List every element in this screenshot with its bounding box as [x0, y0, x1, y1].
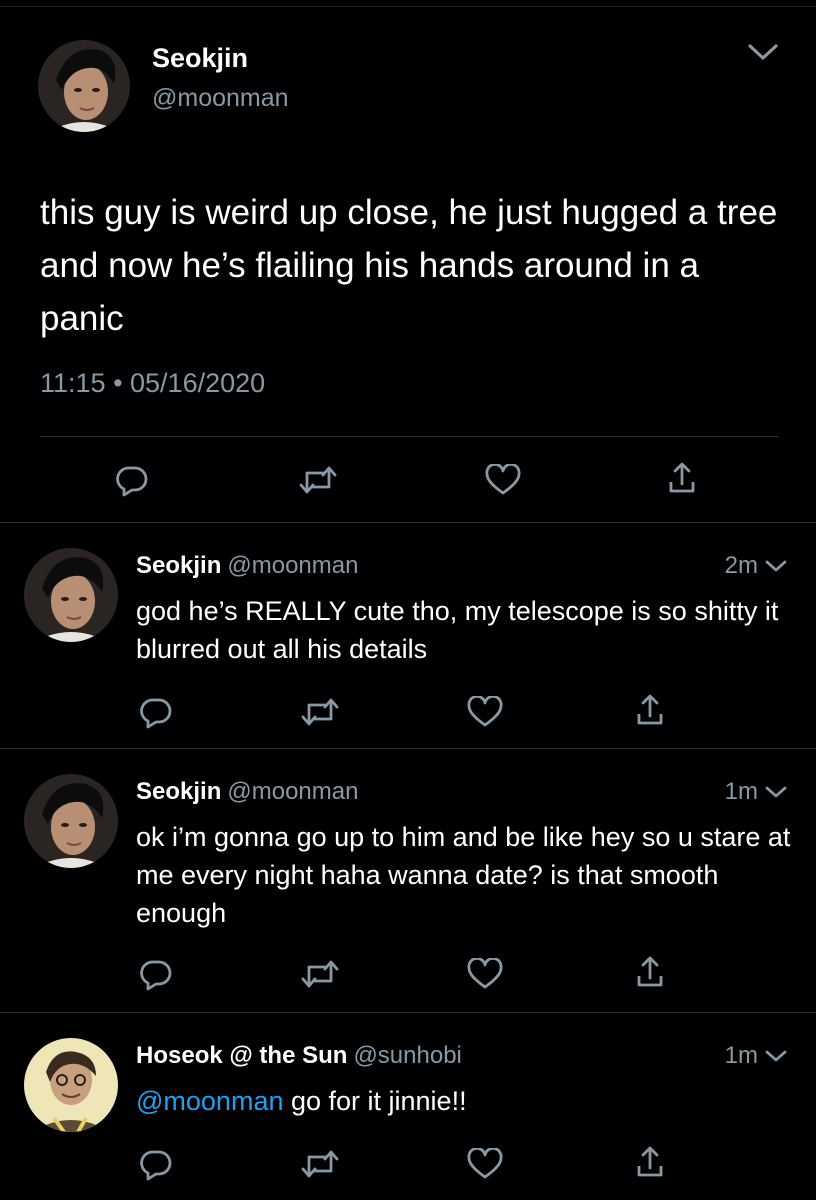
- reply-text-content: go for it jinnie!!: [283, 1086, 467, 1116]
- chevron-down-icon[interactable]: [764, 1048, 788, 1064]
- share-icon[interactable]: [634, 954, 666, 990]
- main-tweet: Seokjin @moonman this guy is weird up cl…: [0, 0, 816, 522]
- user-handle[interactable]: @moonman: [227, 778, 358, 805]
- user-handle[interactable]: @sunhobi: [353, 1042, 461, 1069]
- like-icon[interactable]: [466, 958, 504, 990]
- reply-icon[interactable]: [138, 956, 174, 992]
- reply-icon[interactable]: [114, 462, 150, 498]
- avatar[interactable]: [38, 40, 130, 132]
- reply-meta: 1m: [725, 1042, 788, 1070]
- reply-tweet[interactable]: Hoseok @ the Sun @sunhobi 1m @moonman go …: [0, 1012, 816, 1200]
- reply-time[interactable]: 1m: [725, 1042, 758, 1070]
- user-handle[interactable]: @moonman: [152, 84, 289, 113]
- display-name[interactable]: Seokjin: [136, 552, 221, 579]
- retweet-icon[interactable]: [300, 958, 340, 990]
- retweet-icon[interactable]: [298, 464, 338, 496]
- share-icon[interactable]: [666, 460, 698, 496]
- reply-text: god he’s REALLY cute tho, my telescope i…: [136, 596, 779, 664]
- display-name[interactable]: Seokjin: [136, 778, 221, 805]
- share-icon[interactable]: [634, 692, 666, 728]
- avatar[interactable]: [24, 1038, 118, 1132]
- retweet-icon[interactable]: [300, 1148, 340, 1180]
- divider: [40, 436, 778, 437]
- reply-tweet[interactable]: Seokjin @moonman 2m god he’s REALLY cute …: [0, 522, 816, 748]
- share-icon[interactable]: [634, 1144, 666, 1180]
- like-icon[interactable]: [484, 464, 522, 496]
- reply-header: Seokjin @moonman: [136, 552, 358, 580]
- reply-meta: 2m: [725, 552, 788, 580]
- display-name[interactable]: Seokjin: [152, 43, 248, 74]
- user-handle[interactable]: @moonman: [227, 552, 358, 579]
- avatar[interactable]: [24, 548, 118, 642]
- like-icon[interactable]: [466, 696, 504, 728]
- chevron-down-icon[interactable]: [764, 784, 788, 800]
- mention-link[interactable]: @moonman: [136, 1086, 283, 1116]
- tweet-actions: [0, 460, 816, 500]
- reply-tweet[interactable]: Seokjin @moonman 1m ok i’m gonna go up to…: [0, 748, 816, 1012]
- reply-meta: 1m: [725, 778, 788, 806]
- tweet-text: this guy is weird up close, he just hugg…: [40, 193, 778, 338]
- display-name[interactable]: Hoseok @ the Sun: [136, 1042, 347, 1069]
- tweet-actions: [0, 956, 816, 992]
- avatar[interactable]: [24, 774, 118, 868]
- retweet-icon[interactable]: [300, 696, 340, 728]
- reply-text: ok i’m gonna go up to him and be like he…: [136, 822, 791, 928]
- reply-time[interactable]: 1m: [725, 778, 758, 806]
- like-icon[interactable]: [466, 1148, 504, 1180]
- chevron-down-icon[interactable]: [746, 40, 780, 64]
- reply-icon[interactable]: [138, 694, 174, 730]
- reply-time[interactable]: 2m: [725, 552, 758, 580]
- reply-icon[interactable]: [138, 1146, 174, 1182]
- reply-text: @moonman go for it jinnie!!: [136, 1082, 796, 1120]
- chevron-down-icon[interactable]: [764, 558, 788, 574]
- reply-header: Hoseok @ the Sun @sunhobi: [136, 1042, 462, 1070]
- tweet-timestamp[interactable]: 11:15 • 05/16/2020: [40, 368, 265, 399]
- reply-header: Seokjin @moonman: [136, 778, 358, 806]
- tweet-actions: [0, 694, 816, 730]
- tweet-actions: [0, 1146, 816, 1182]
